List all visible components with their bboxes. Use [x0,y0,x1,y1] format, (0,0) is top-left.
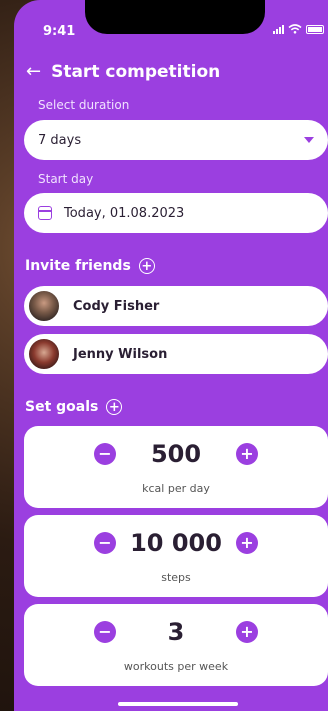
set-goals-header: Set goals + [25,399,123,415]
friend-item[interactable]: Jenny Wilson [24,334,328,374]
header: ← Start competition [26,62,220,82]
friend-name: Jenny Wilson [73,346,168,362]
invite-friends-header: Invite friends + [25,258,155,274]
decrease-button[interactable]: − [94,621,116,643]
goal-card-workouts: − 3 + workouts per week [24,604,328,686]
decrease-button[interactable]: − [94,532,116,554]
home-indicator [118,702,238,706]
start-day-label: Start day [38,172,94,186]
goal-unit: steps [161,571,191,584]
avatar [27,337,61,371]
goal-card-kcal: − 500 + kcal per day [24,426,328,508]
add-friend-icon[interactable]: + [138,258,155,274]
signal-icon [273,24,284,34]
avatar [27,289,61,323]
goal-card-steps: − 10 000 + steps [24,515,328,597]
start-day-value: Today, 01.08.2023 [64,205,185,221]
invite-friends-label: Invite friends [25,258,131,274]
duration-value: 7 days [38,132,82,148]
duration-select[interactable]: 7 days [24,120,328,160]
increase-button[interactable]: + [236,443,258,465]
duration-label: Select duration [38,98,130,112]
goal-value: 10 000 [130,529,222,557]
status-time: 9:41 [43,24,76,39]
notch [85,0,265,34]
arrow-left-icon[interactable]: ← [26,63,41,81]
set-goals-label: Set goals [25,399,99,415]
goal-value: 500 [150,440,202,468]
battery-icon [306,24,324,34]
decrease-button[interactable]: − [94,443,116,465]
phone-screen: 9:41 ← Start competition Select duration… [14,0,328,711]
increase-button[interactable]: + [236,532,258,554]
friend-name: Cody Fisher [73,298,160,314]
add-goal-icon[interactable]: + [106,399,123,415]
goal-unit: workouts per week [123,660,229,673]
goal-unit: kcal per day [142,482,210,495]
increase-button[interactable]: + [236,621,258,643]
caret-down-icon [304,137,314,143]
start-day-field[interactable]: Today, 01.08.2023 [24,193,328,233]
wifi-icon [288,24,302,34]
status-icons [273,24,324,34]
page-title: Start competition [51,62,221,82]
calendar-icon [38,206,52,220]
friend-item[interactable]: Cody Fisher [24,286,328,326]
goal-value: 3 [167,618,185,646]
